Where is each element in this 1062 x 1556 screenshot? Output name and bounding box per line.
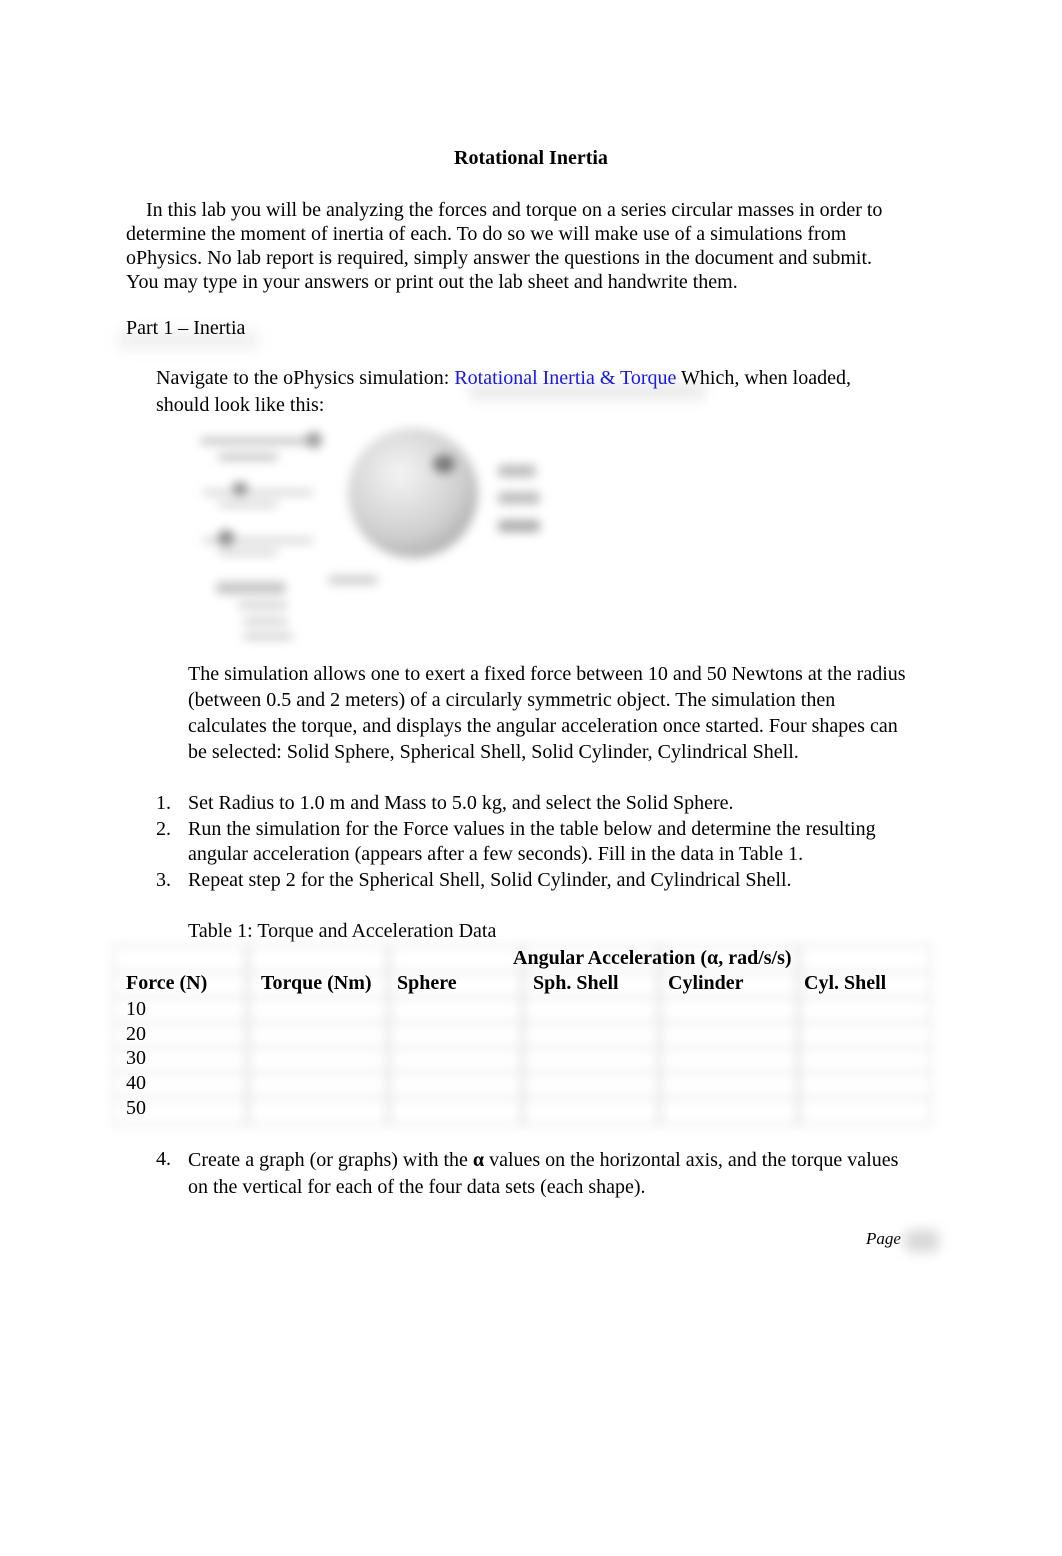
column-header: Torque (Nm) bbox=[261, 972, 372, 994]
alpha-symbol: α bbox=[472, 1149, 485, 1171]
force-marker bbox=[433, 455, 455, 473]
list-item: 4. Create a graph (or graphs) with the α… bbox=[156, 1147, 946, 1201]
table-row: 50 bbox=[126, 1097, 146, 1119]
page-footer-label: Page bbox=[866, 1229, 901, 1248]
document-title: Rotational Inertia bbox=[454, 147, 608, 169]
step-number: 1. bbox=[156, 792, 171, 814]
step-text: Repeat step 2 for the Spherical Shell, S… bbox=[188, 868, 792, 891]
group-header: Angular Acceleration (α, rad/s/s) bbox=[513, 947, 792, 969]
intro-line: In this lab you will be analyzing the fo… bbox=[146, 199, 883, 221]
column-header: Sph. Shell bbox=[533, 972, 619, 994]
step-text: Create a graph (or graphs) with the α va… bbox=[188, 1147, 946, 1174]
description-line: The simulation allows one to exert a fix… bbox=[188, 663, 906, 685]
table-rule bbox=[520, 944, 525, 1126]
step-text: angular acceleration (appears after a fe… bbox=[188, 843, 804, 865]
table-row: 10 bbox=[126, 998, 146, 1020]
control-button bbox=[498, 492, 540, 504]
intro-line: oPhysics. No lab report is required, sim… bbox=[126, 247, 872, 269]
table-rule bbox=[796, 944, 801, 1126]
table-row: 20 bbox=[126, 1022, 146, 1045]
column-header: Force (N) bbox=[126, 972, 208, 994]
slider-label bbox=[218, 454, 278, 460]
table-rule bbox=[245, 944, 250, 1126]
table-rule bbox=[657, 944, 662, 1126]
slider-bar bbox=[200, 438, 310, 444]
description-line: (between 0.5 and 2 meters) of a circular… bbox=[188, 689, 836, 711]
step-text-prefix: Create a graph (or graphs) with the bbox=[188, 1149, 473, 1171]
slider-knob bbox=[218, 530, 234, 546]
control-button bbox=[498, 465, 536, 477]
step-text: Set Radius to 1.0 m and Mass to 5.0 kg, … bbox=[188, 792, 734, 814]
slider-label bbox=[218, 550, 278, 555]
intro-line: determine the moment of inertia of each.… bbox=[126, 223, 847, 245]
table-caption: Table 1: Torque and Acceleration Data bbox=[188, 920, 497, 942]
simulation-link[interactable]: Rotational Inertia & Torque bbox=[454, 367, 676, 389]
step-number: 2. bbox=[156, 817, 171, 840]
description-paragraph: The simulation allows one to exert a fix… bbox=[188, 661, 948, 765]
slider-knob bbox=[233, 482, 247, 496]
column-header: Cylinder bbox=[668, 972, 744, 994]
control-button bbox=[498, 520, 540, 532]
navigate-line: Navigate to the oPhysics simulation: Rot… bbox=[156, 365, 851, 392]
list-item: 2. Run the simulation for the Force valu… bbox=[156, 817, 946, 868]
sphere-graphic bbox=[348, 428, 478, 558]
step-number: 3. bbox=[156, 868, 171, 891]
step-list: 1. Set Radius to 1.0 m and Mass to 5.0 k… bbox=[156, 791, 946, 893]
step-number: 4. bbox=[156, 1148, 171, 1170]
navigate-prefix: Navigate to the oPhysics simulation: bbox=[156, 367, 455, 389]
description-line: calculates the torque, and displays the … bbox=[188, 715, 898, 737]
list-item: 1. Set Radius to 1.0 m and Mass to 5.0 k… bbox=[156, 791, 946, 817]
part-heading: Part 1 – Inertia bbox=[126, 317, 246, 339]
description-line: be selected: Solid Sphere, Spherical She… bbox=[188, 741, 799, 763]
step-text-suffix: values on the horizontal axis, and the t… bbox=[484, 1149, 899, 1171]
navigate-paragraph: Navigate to the oPhysics simulation: Rot… bbox=[156, 365, 851, 419]
shape-option bbox=[238, 602, 288, 609]
step-4: 4. Create a graph (or graphs) with the α… bbox=[156, 1147, 946, 1201]
column-header: Sphere bbox=[397, 972, 457, 994]
step-text: Run the simulation for the Force values … bbox=[188, 817, 876, 840]
shape-option bbox=[243, 618, 288, 625]
table-rule bbox=[386, 944, 391, 1126]
navigate-line-2: should look like this: bbox=[156, 394, 325, 416]
intro-line: You may type in your answers or print ou… bbox=[126, 271, 738, 293]
slider-bar bbox=[203, 490, 313, 495]
slider-label bbox=[218, 502, 278, 507]
slider-knob bbox=[306, 432, 322, 448]
table-row: 30 bbox=[126, 1047, 146, 1069]
shape-list-title bbox=[216, 582, 286, 594]
step-text: on the vertical for each of the four dat… bbox=[188, 1176, 646, 1198]
list-item: 3. Repeat step 2 for the Spherical Shell… bbox=[156, 868, 946, 894]
intro-paragraph: In this lab you will be analyzing the fo… bbox=[126, 198, 926, 294]
readout-label bbox=[328, 576, 378, 584]
simulation-screenshot bbox=[188, 420, 558, 660]
page-number-blurred bbox=[905, 1230, 939, 1252]
column-header: Cyl. Shell bbox=[804, 972, 887, 994]
table-row: 40 bbox=[126, 1072, 146, 1094]
shape-option bbox=[243, 633, 293, 640]
navigate-suffix: Which, when loaded, bbox=[676, 367, 851, 389]
